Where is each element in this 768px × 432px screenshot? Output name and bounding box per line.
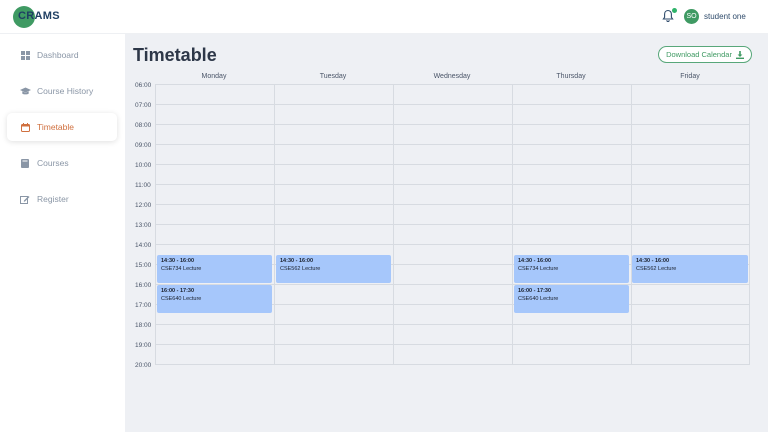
- grid-line: [155, 244, 749, 245]
- hour-label: 10:00: [135, 162, 152, 169]
- grid-line: [155, 104, 749, 105]
- graduation-cap-icon: [19, 87, 31, 96]
- sidebar-item-label: Course History: [37, 86, 94, 96]
- event-title: CSE640 Lecture: [161, 296, 202, 302]
- top-bar: CRAMS SO student one: [0, 0, 768, 34]
- grid-line: [155, 184, 749, 185]
- sidebar-item-dashboard[interactable]: Dashboard: [7, 41, 117, 69]
- event-time: 14:30 - 16:00: [636, 258, 670, 264]
- grid-line: [155, 344, 749, 345]
- event-title: CSE562 Lecture: [636, 266, 677, 272]
- app-logo[interactable]: CRAMS: [18, 10, 60, 22]
- event-monday-cse734[interactable]: 14:30 - 16:00 CSE734 Lecture: [157, 255, 272, 283]
- hour-label: 08:00: [135, 122, 152, 129]
- event-title: CSE640 Lecture: [518, 296, 559, 302]
- download-calendar-button[interactable]: Download Calendar: [658, 46, 752, 63]
- sidebar-item-label: Register: [37, 194, 69, 204]
- event-time: 14:30 - 16:00: [161, 258, 195, 264]
- hour-label: 16:00: [135, 282, 152, 289]
- event-monday-cse640[interactable]: 16:00 - 17:30 CSE640 Lecture: [157, 285, 272, 313]
- grid-line: [155, 144, 749, 145]
- event-title: CSE562 Lecture: [280, 266, 321, 272]
- page-title: Timetable: [133, 45, 217, 65]
- day-header-thursday: Thursday: [556, 73, 586, 80]
- grid-line: [155, 204, 749, 205]
- download-icon: [735, 50, 744, 59]
- dashboard-icon: [19, 50, 31, 60]
- event-title: CSE734 Lecture: [161, 266, 202, 272]
- hour-label: 13:00: [135, 222, 152, 229]
- hour-label: 17:00: [135, 302, 152, 309]
- event-thursday-cse734[interactable]: 14:30 - 16:00 CSE734 Lecture: [514, 255, 629, 283]
- hour-label: 09:00: [135, 142, 152, 149]
- sidebar-item-label: Dashboard: [37, 50, 79, 60]
- event-time: 16:00 - 17:30: [518, 288, 552, 294]
- hour-label: 07:00: [135, 102, 152, 109]
- grid-column-line: [274, 84, 275, 365]
- grid-column-line: [512, 84, 513, 365]
- event-title: CSE734 Lecture: [518, 266, 559, 272]
- notification-dot: [672, 8, 677, 13]
- hour-label: 11:00: [135, 182, 151, 189]
- day-header-monday: Monday: [201, 73, 227, 80]
- grid-line: [155, 364, 749, 365]
- grid-line: [155, 224, 749, 225]
- hour-label: 12:00: [135, 202, 152, 209]
- sidebar-item-label: Courses: [37, 158, 69, 168]
- sidebar-item-course-history[interactable]: Course History: [7, 77, 117, 105]
- day-header-friday: Friday: [680, 73, 700, 80]
- grid-column-line: [749, 84, 750, 365]
- user-name[interactable]: student one: [704, 12, 746, 21]
- grid-line: [155, 124, 749, 125]
- sidebar-item-courses[interactable]: Courses: [7, 149, 117, 177]
- hour-label: 20:00: [135, 362, 152, 369]
- event-time: 14:30 - 16:00: [518, 258, 552, 264]
- sidebar: Dashboard Course History Timetable Cours…: [0, 34, 125, 432]
- sidebar-item-timetable[interactable]: Timetable: [7, 113, 117, 141]
- main-content: Timetable Download Calendar: [125, 34, 768, 432]
- day-header-tuesday: Tuesday: [319, 73, 347, 80]
- avatar[interactable]: SO: [684, 9, 699, 24]
- grid-column-line: [393, 84, 394, 365]
- grid-line: [155, 84, 749, 85]
- sidebar-item-register[interactable]: Register: [7, 185, 117, 213]
- grid-column-line: [631, 84, 632, 365]
- edit-icon: [19, 195, 31, 204]
- hour-label: 18:00: [135, 322, 152, 329]
- book-icon: [19, 158, 31, 168]
- event-time: 16:00 - 17:30: [161, 288, 195, 294]
- calendar-icon: [19, 122, 31, 132]
- grid-line: [155, 164, 749, 165]
- hour-label: 19:00: [135, 342, 152, 349]
- download-calendar-label: Download Calendar: [666, 50, 732, 59]
- event-thursday-cse640[interactable]: 16:00 - 17:30 CSE640 Lecture: [514, 285, 629, 313]
- event-tuesday-cse562[interactable]: 14:30 - 16:00 CSE562 Lecture: [276, 255, 391, 283]
- sidebar-item-label: Timetable: [37, 122, 75, 132]
- hour-label: 06:00: [135, 82, 152, 89]
- day-header-wednesday: Wednesday: [433, 73, 471, 80]
- event-friday-cse562[interactable]: 14:30 - 16:00 CSE562 Lecture: [632, 255, 748, 283]
- event-time: 14:30 - 16:00: [280, 258, 314, 264]
- hour-label: 14:00: [135, 242, 152, 249]
- grid-line: [155, 324, 749, 325]
- grid-column-line: [155, 84, 156, 365]
- hour-label: 15:00: [135, 262, 152, 269]
